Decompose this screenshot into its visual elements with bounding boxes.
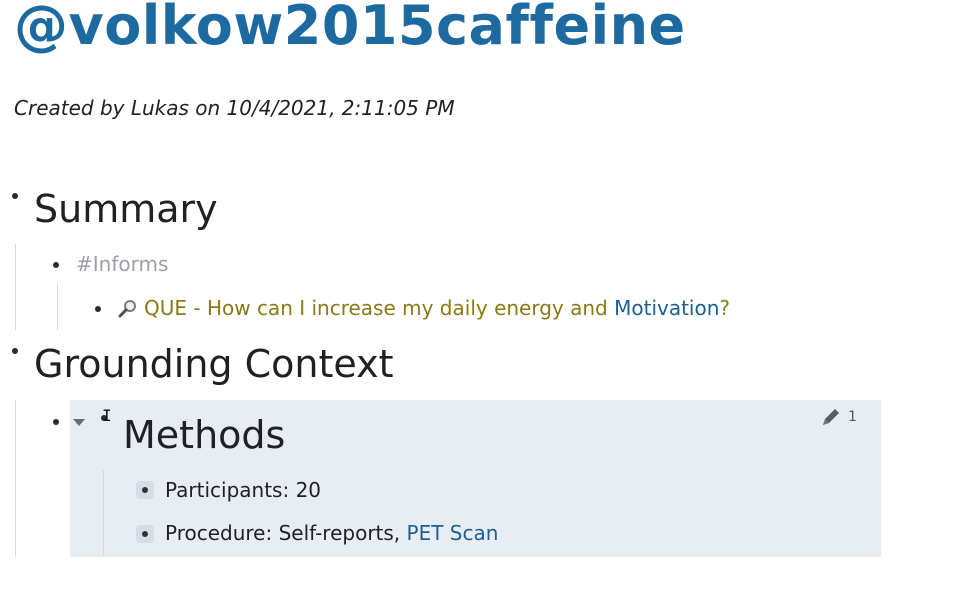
indent-guide — [15, 244, 16, 330]
bullet[interactable] — [12, 193, 18, 199]
page-meta: Created by Lukas on 10/4/2021, 2:11:05 P… — [14, 96, 455, 120]
bullet[interactable] — [136, 525, 154, 543]
que-link[interactable]: QUE - How can I increase my daily energy… — [118, 296, 730, 323]
bullet[interactable] — [136, 481, 154, 499]
indent-guide — [103, 470, 104, 556]
heading-grounding-context[interactable]: Grounding Context — [34, 341, 393, 387]
bullet[interactable] — [95, 306, 101, 312]
tag-informs[interactable]: #Informs — [76, 252, 168, 276]
heading-summary[interactable]: Summary — [34, 186, 218, 232]
que-text: QUE - How can I increase my daily energy… — [144, 296, 615, 320]
magnifier-icon — [118, 298, 138, 323]
caret-down-icon[interactable] — [73, 419, 85, 426]
que-suffix: ? — [719, 296, 731, 320]
bullet[interactable] — [12, 348, 18, 354]
list-item-text: Procedure: Self-reports, — [165, 521, 407, 545]
pencil-icon — [823, 409, 839, 425]
list-item[interactable]: Participants: 20 — [165, 478, 321, 502]
bullet[interactable] — [53, 262, 59, 268]
page-title: @volkow2015caffeine — [14, 0, 686, 57]
edit-count: 1 — [848, 409, 857, 425]
indent-guide — [57, 284, 58, 330]
text-cursor-icon: I — [102, 406, 112, 425]
motivation-link[interactable]: Motivation — [614, 296, 719, 320]
indent-guide — [15, 400, 16, 557]
bullet[interactable] — [53, 419, 59, 425]
pet-scan-link[interactable]: PET Scan — [407, 521, 499, 545]
list-item[interactable]: Procedure: Self-reports, PET Scan — [165, 521, 498, 545]
heading-methods[interactable]: Methods — [123, 412, 285, 458]
edit-indicator[interactable]: 1 — [820, 406, 857, 428]
